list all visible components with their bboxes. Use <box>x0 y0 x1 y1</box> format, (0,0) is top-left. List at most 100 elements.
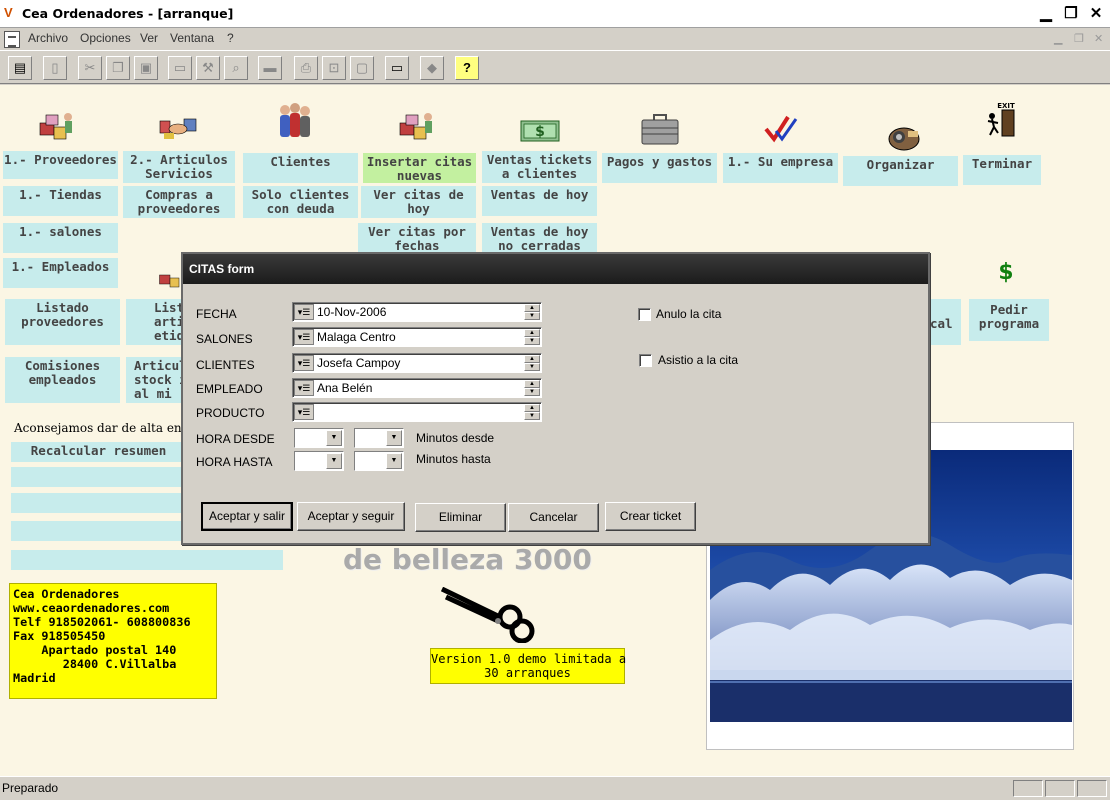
eraser-icon[interactable]: ▬ <box>258 56 282 80</box>
ventas-hoy-button[interactable]: Ventas de hoy <box>482 186 597 216</box>
ver-citas-fechas-button[interactable]: Ver citas por fechas <box>358 223 476 255</box>
articulos-stock-button[interactable]: Articul stock i al mi <box>126 357 187 403</box>
menu-ventana[interactable]: Ventana <box>170 31 214 45</box>
menu-ver[interactable]: Ver <box>140 31 158 45</box>
lookup-icon[interactable]: ▾☰ <box>294 404 314 420</box>
window-icon[interactable]: ▭ <box>168 56 192 80</box>
monitor-icon[interactable]: ▭ <box>385 56 409 80</box>
contact-line: www.ceaordenadores.com <box>13 601 170 615</box>
menu-archivo[interactable]: Archivo <box>28 31 68 45</box>
restore-button[interactable]: ❐ <box>1060 3 1082 25</box>
menu-opciones[interactable]: Opciones <box>80 31 131 45</box>
pedir-programa-button[interactable]: Pedir programa <box>969 299 1049 341</box>
minutos-hasta-label: Minutos hasta <box>416 452 491 466</box>
contact-line: Apartado postal 140 <box>13 643 177 657</box>
tiendas-button[interactable]: 1.- Tiendas <box>3 186 118 216</box>
comisiones-empleados-button[interactable]: Comisiones empleados <box>5 357 120 403</box>
minimize-button[interactable]: ▁ <box>1035 3 1057 25</box>
asistio-checkbox[interactable] <box>639 354 652 367</box>
clientes-field[interactable]: ▾☰ Josefa Campoy ▲ ▼ <box>292 353 542 373</box>
ver-citas-hoy-button[interactable]: Ver citas de hoy <box>361 186 476 218</box>
clientes-deuda-button[interactable]: Solo clientes con deuda <box>243 186 358 218</box>
fecha-label: FECHA <box>196 307 237 321</box>
money-icon: $ <box>520 120 560 142</box>
lookup-icon[interactable]: ▾☰ <box>294 355 314 371</box>
compras-proveedores-button[interactable]: Compras a proveedores <box>123 186 235 218</box>
aceptar-salir-button[interactable]: Aceptar y salir <box>201 502 293 531</box>
minutos-desde-select[interactable]: ▼ <box>354 428 404 448</box>
minutos-hasta-select[interactable]: ▼ <box>354 451 404 471</box>
lookup-icon[interactable]: ▾☰ <box>294 304 314 320</box>
toolbar: ▤ ▯ ✂ ❐ ▣ ▭ ⚒ ⌕ ▬ ⎙ ⊡ ▢ ▭ ◆ ? <box>0 50 1110 84</box>
help-icon[interactable]: ? <box>455 56 479 80</box>
mdi-restore-button[interactable]: ❐ <box>1074 32 1084 45</box>
salones-spinner[interactable]: ▲ ▼ <box>524 329 540 345</box>
proveedores-button[interactable]: 1.- Proveedores <box>3 151 118 179</box>
articulos-servicios-button[interactable]: 2.- Articulos Servicios <box>123 151 235 183</box>
listado-articulos-button[interactable]: List artic etiqu <box>126 299 192 345</box>
citas-dialog: CITAS form FECHA ▾☰ 10-Nov-2006 ▲ ▼ SALON… <box>181 252 930 545</box>
fecha-field[interactable]: ▾☰ 10-Nov-2006 ▲ ▼ <box>292 302 542 322</box>
crear-ticket-button[interactable]: Crear ticket <box>605 502 696 531</box>
hora-hasta-select[interactable]: ▼ <box>294 451 344 471</box>
status-panel <box>1013 780 1043 797</box>
empleado-spinner[interactable]: ▲ ▼ <box>524 380 540 396</box>
empleado-field[interactable]: ▾☰ Ana Belén ▲ ▼ <box>292 378 542 398</box>
organizar-button[interactable]: Organizar <box>843 156 958 186</box>
contact-line: Telf 918502061- 608800836 <box>13 615 191 629</box>
ventas-tickets-button[interactable]: Ventas tickets a clientes <box>482 151 597 183</box>
recalcular-resumen-button[interactable]: Recalcular resumen <box>11 442 186 462</box>
eliminar-button[interactable]: Eliminar <box>415 503 506 532</box>
mdi-minimize-button[interactable]: ▁ <box>1054 32 1062 45</box>
dialog-title[interactable]: CITAS form <box>183 254 928 284</box>
status-bar: Preparado <box>0 776 1110 800</box>
producto-field[interactable]: ▾☰ ▲ ▼ <box>292 402 542 422</box>
su-empresa-button[interactable]: 1.- Su empresa <box>723 153 838 183</box>
empleados-button[interactable]: 1.- Empleados <box>3 258 118 288</box>
hora-desde-select[interactable]: ▼ <box>294 428 344 448</box>
cancelar-button[interactable]: Cancelar <box>508 503 599 532</box>
page-setup-icon[interactable]: ▢ <box>350 56 374 80</box>
cut-icon[interactable]: ✂ <box>78 56 102 80</box>
anulo-checkbox[interactable] <box>638 308 651 321</box>
fecha-spinner[interactable]: ▲ ▼ <box>524 304 540 320</box>
mdi-close-button[interactable]: ✕ <box>1094 32 1103 45</box>
label-icon[interactable]: ◆ <box>420 56 444 80</box>
briefcase-icon <box>641 114 679 145</box>
document-icon[interactable] <box>4 31 20 48</box>
hora-desde-label: HORA DESDE <box>196 432 275 446</box>
clientes-value: Josefa Campoy <box>317 356 401 370</box>
print-icon[interactable]: ⎙ <box>294 56 318 80</box>
partial-button[interactable]: cal <box>928 299 961 345</box>
pagos-gastos-button[interactable]: Pagos y gastos <box>602 153 717 183</box>
print-preview-icon[interactable]: ⊡ <box>322 56 346 80</box>
close-button[interactable]: ✕ <box>1085 3 1107 25</box>
clientes-spinner[interactable]: ▲ ▼ <box>524 355 540 371</box>
menu-help[interactable]: ? <box>227 31 234 45</box>
salones-field[interactable]: ▾☰ Malaga Centro ▲ ▼ <box>292 327 542 347</box>
dialog-body: FECHA ▾☰ 10-Nov-2006 ▲ ▼ SALONES ▾☰ Malag… <box>183 284 928 543</box>
producto-spinner[interactable]: ▲ ▼ <box>524 404 540 420</box>
lookup-icon[interactable]: ▾☰ <box>294 329 314 345</box>
contact-line: 28400 C.Villalba <box>13 657 177 671</box>
asistio-label: Asistio a la cita <box>658 353 739 367</box>
insertar-citas-button[interactable]: Insertar citas nuevas <box>363 153 476 183</box>
summary-field <box>11 521 186 541</box>
salones-button[interactable]: 1.- salones <box>3 223 118 253</box>
ventas-no-cerradas-button[interactable]: Ventas de hoy no cerradas <box>482 223 597 255</box>
new-document-icon[interactable]: ▯ <box>43 56 67 80</box>
aceptar-seguir-button[interactable]: Aceptar y seguir <box>297 502 405 531</box>
listado-proveedores-button[interactable]: Listado proveedores <box>5 299 120 345</box>
find-icon[interactable]: ⌕ <box>224 56 248 80</box>
status-panel <box>1045 780 1075 797</box>
checkmark-icon <box>764 115 798 143</box>
lookup-icon[interactable]: ▾☰ <box>294 380 314 396</box>
clientes-button[interactable]: Clientes <box>243 153 358 183</box>
open-folder-icon[interactable]: ▤ <box>8 56 32 80</box>
terminar-button[interactable]: Terminar <box>963 155 1041 185</box>
paste-icon[interactable]: ▣ <box>134 56 158 80</box>
tools-icon[interactable]: ⚒ <box>196 56 220 80</box>
summary-field <box>11 550 283 570</box>
exit-door-icon: EXIT <box>987 102 1015 137</box>
copy-icon[interactable]: ❐ <box>106 56 130 80</box>
